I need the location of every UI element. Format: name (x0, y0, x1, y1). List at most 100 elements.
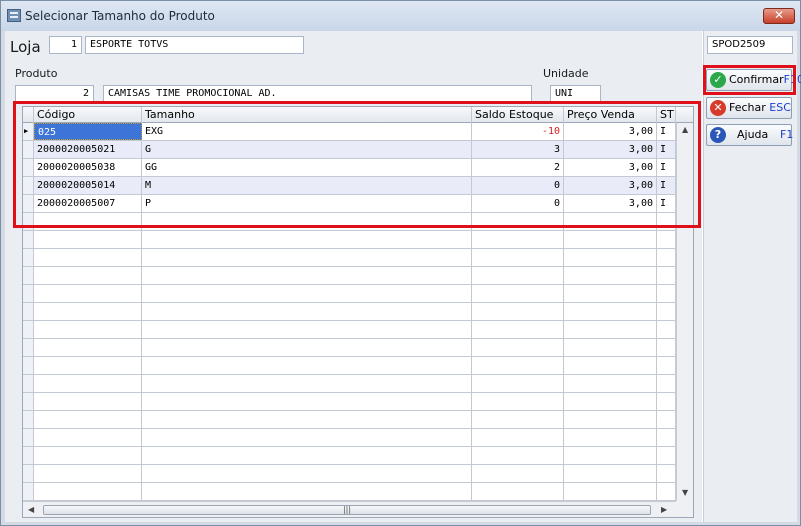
empty-cell (657, 357, 676, 374)
empty-cell (23, 231, 34, 248)
empty-cell (34, 375, 142, 392)
empty-cell (657, 285, 676, 302)
dialog-window: Selecionar Tamanho do Produto ✕ Loja 1 E… (0, 0, 801, 526)
empty-cell (657, 483, 676, 500)
empty-cell (23, 465, 34, 482)
empty-cell (23, 483, 34, 500)
empty-cell (34, 249, 142, 266)
close-window-button[interactable]: ✕ (763, 8, 795, 24)
empty-cell (564, 357, 657, 374)
empty-cell (564, 465, 657, 482)
empty-cell (564, 267, 657, 284)
side-divider (702, 31, 704, 522)
empty-cell (657, 393, 676, 410)
empty-cell (657, 447, 676, 464)
empty-cell (34, 267, 142, 284)
horizontal-scrollbar[interactable]: ◀ ||| ▶ (23, 501, 676, 517)
empty-row (23, 447, 676, 465)
empty-cell (23, 303, 34, 320)
empty-cell (472, 483, 564, 500)
empty-cell (472, 267, 564, 284)
empty-cell (142, 321, 472, 338)
empty-cell (34, 411, 142, 428)
empty-row (23, 375, 676, 393)
empty-row (23, 411, 676, 429)
dialog-body: Loja 1 ESPORTE TOTVS Produto 2 CAMISAS T… (5, 31, 801, 522)
scroll-right-icon[interactable]: ▶ (661, 505, 667, 514)
empty-cell (657, 465, 676, 482)
title-bar[interactable]: Selecionar Tamanho do Produto ✕ (1, 1, 800, 31)
empty-cell (472, 429, 564, 446)
window-title: Selecionar Tamanho do Produto (25, 9, 215, 23)
empty-cell (564, 339, 657, 356)
scroll-down-icon[interactable]: ▼ (682, 488, 688, 497)
empty-row (23, 267, 676, 285)
empty-cell (657, 267, 676, 284)
scroll-left-icon[interactable]: ◀ (28, 505, 34, 514)
confirm-highlight-box (703, 65, 796, 95)
unidade-label: Unidade (543, 67, 589, 80)
empty-cell (34, 285, 142, 302)
help-text: Ajuda (737, 125, 768, 145)
empty-row (23, 321, 676, 339)
loja-name-field[interactable]: ESPORTE TOTVS (85, 36, 304, 54)
empty-cell (657, 303, 676, 320)
empty-cell (564, 429, 657, 446)
empty-cell (564, 411, 657, 428)
empty-cell (564, 375, 657, 392)
empty-cell (657, 411, 676, 428)
empty-cell (23, 357, 34, 374)
empty-cell (657, 321, 676, 338)
close-x-icon: ✕ (710, 100, 726, 116)
empty-row (23, 249, 676, 267)
close-button[interactable]: ✕ Fechar ESC (706, 97, 792, 119)
empty-cell (34, 483, 142, 500)
empty-cell (472, 285, 564, 302)
horizontal-scroll-thumb[interactable]: ||| (43, 505, 651, 515)
empty-cell (472, 321, 564, 338)
empty-cell (34, 231, 142, 248)
empty-cell (34, 465, 142, 482)
loja-label: Loja (10, 38, 41, 56)
empty-cell (564, 447, 657, 464)
empty-cell (564, 393, 657, 410)
program-code-field: SPOD2509 (707, 36, 793, 54)
empty-row (23, 357, 676, 375)
empty-cell (472, 411, 564, 428)
empty-cell (142, 339, 472, 356)
empty-cell (142, 249, 472, 266)
empty-cell (23, 447, 34, 464)
empty-cell (23, 339, 34, 356)
help-button[interactable]: ? Ajuda F1 (706, 124, 794, 146)
loja-code-field[interactable]: 1 (49, 36, 82, 54)
empty-cell (142, 375, 472, 392)
produto-label: Produto (15, 67, 58, 80)
empty-cell (142, 483, 472, 500)
empty-cell (34, 447, 142, 464)
empty-cell (472, 303, 564, 320)
empty-row (23, 393, 676, 411)
empty-cell (564, 231, 657, 248)
empty-cell (142, 303, 472, 320)
scrollbar-corner (676, 501, 693, 517)
empty-cell (34, 339, 142, 356)
empty-row (23, 303, 676, 321)
empty-cell (142, 393, 472, 410)
empty-cell (564, 249, 657, 266)
empty-row (23, 231, 676, 249)
help-key: F1 (780, 128, 794, 141)
empty-cell (564, 321, 657, 338)
empty-cell (472, 357, 564, 374)
empty-cell (23, 375, 34, 392)
empty-cell (23, 267, 34, 284)
empty-cell (142, 411, 472, 428)
empty-row (23, 429, 676, 447)
empty-cell (564, 285, 657, 302)
empty-cell (472, 231, 564, 248)
empty-row (23, 465, 676, 483)
empty-row (23, 339, 676, 357)
empty-cell (564, 483, 657, 500)
empty-cell (34, 429, 142, 446)
empty-cell (142, 357, 472, 374)
empty-cell (472, 249, 564, 266)
